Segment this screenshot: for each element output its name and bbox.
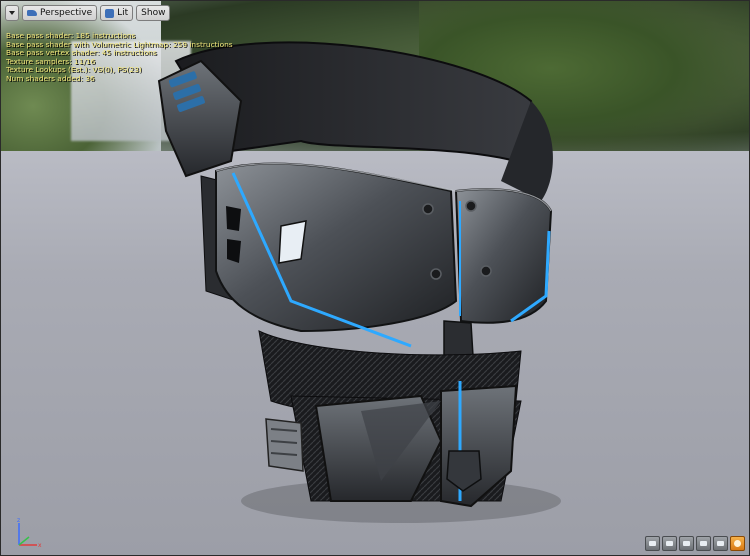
sky-button[interactable] [713, 536, 728, 551]
armor-mesh-preview [157, 41, 561, 523]
floor-icon [700, 541, 707, 546]
perspective-button[interactable]: Perspective [22, 5, 98, 21]
grid-icon [683, 541, 690, 546]
svg-text:z: z [17, 517, 20, 524]
chevron-down-icon [9, 11, 15, 15]
sphere-preview-icon [734, 540, 741, 547]
lit-label: Lit [117, 8, 129, 18]
viewport-toolbar: Perspective Lit Show [5, 5, 171, 21]
svg-text:x: x [38, 542, 42, 549]
realtime-icon [649, 541, 656, 546]
floor-button[interactable] [696, 536, 711, 551]
viewport-options-dropdown[interactable] [5, 5, 19, 21]
camera-icon [27, 10, 37, 16]
viewport-bottom-buttons [645, 536, 745, 551]
material-preview-viewport[interactable]: Perspective Lit Show Base pass shader: 1… [0, 0, 750, 556]
lit-button[interactable]: Lit [100, 5, 134, 21]
axis-gizmo: z x [17, 517, 42, 549]
viewport-view-icon [666, 541, 673, 546]
show-label: Show [141, 8, 166, 18]
lit-icon [105, 8, 115, 18]
realtime-button[interactable] [645, 536, 660, 551]
stats-line: Num shaders added: 36 [6, 73, 95, 83]
sky-icon [717, 541, 724, 546]
perspective-label: Perspective [40, 8, 93, 18]
shader-stats-overlay: Base pass shader: 185 instructions Base … [6, 31, 233, 84]
show-button[interactable]: Show [136, 5, 171, 21]
sphere-preview-button[interactable] [730, 536, 745, 551]
viewport-view-button[interactable] [662, 536, 677, 551]
grid-button[interactable] [679, 536, 694, 551]
